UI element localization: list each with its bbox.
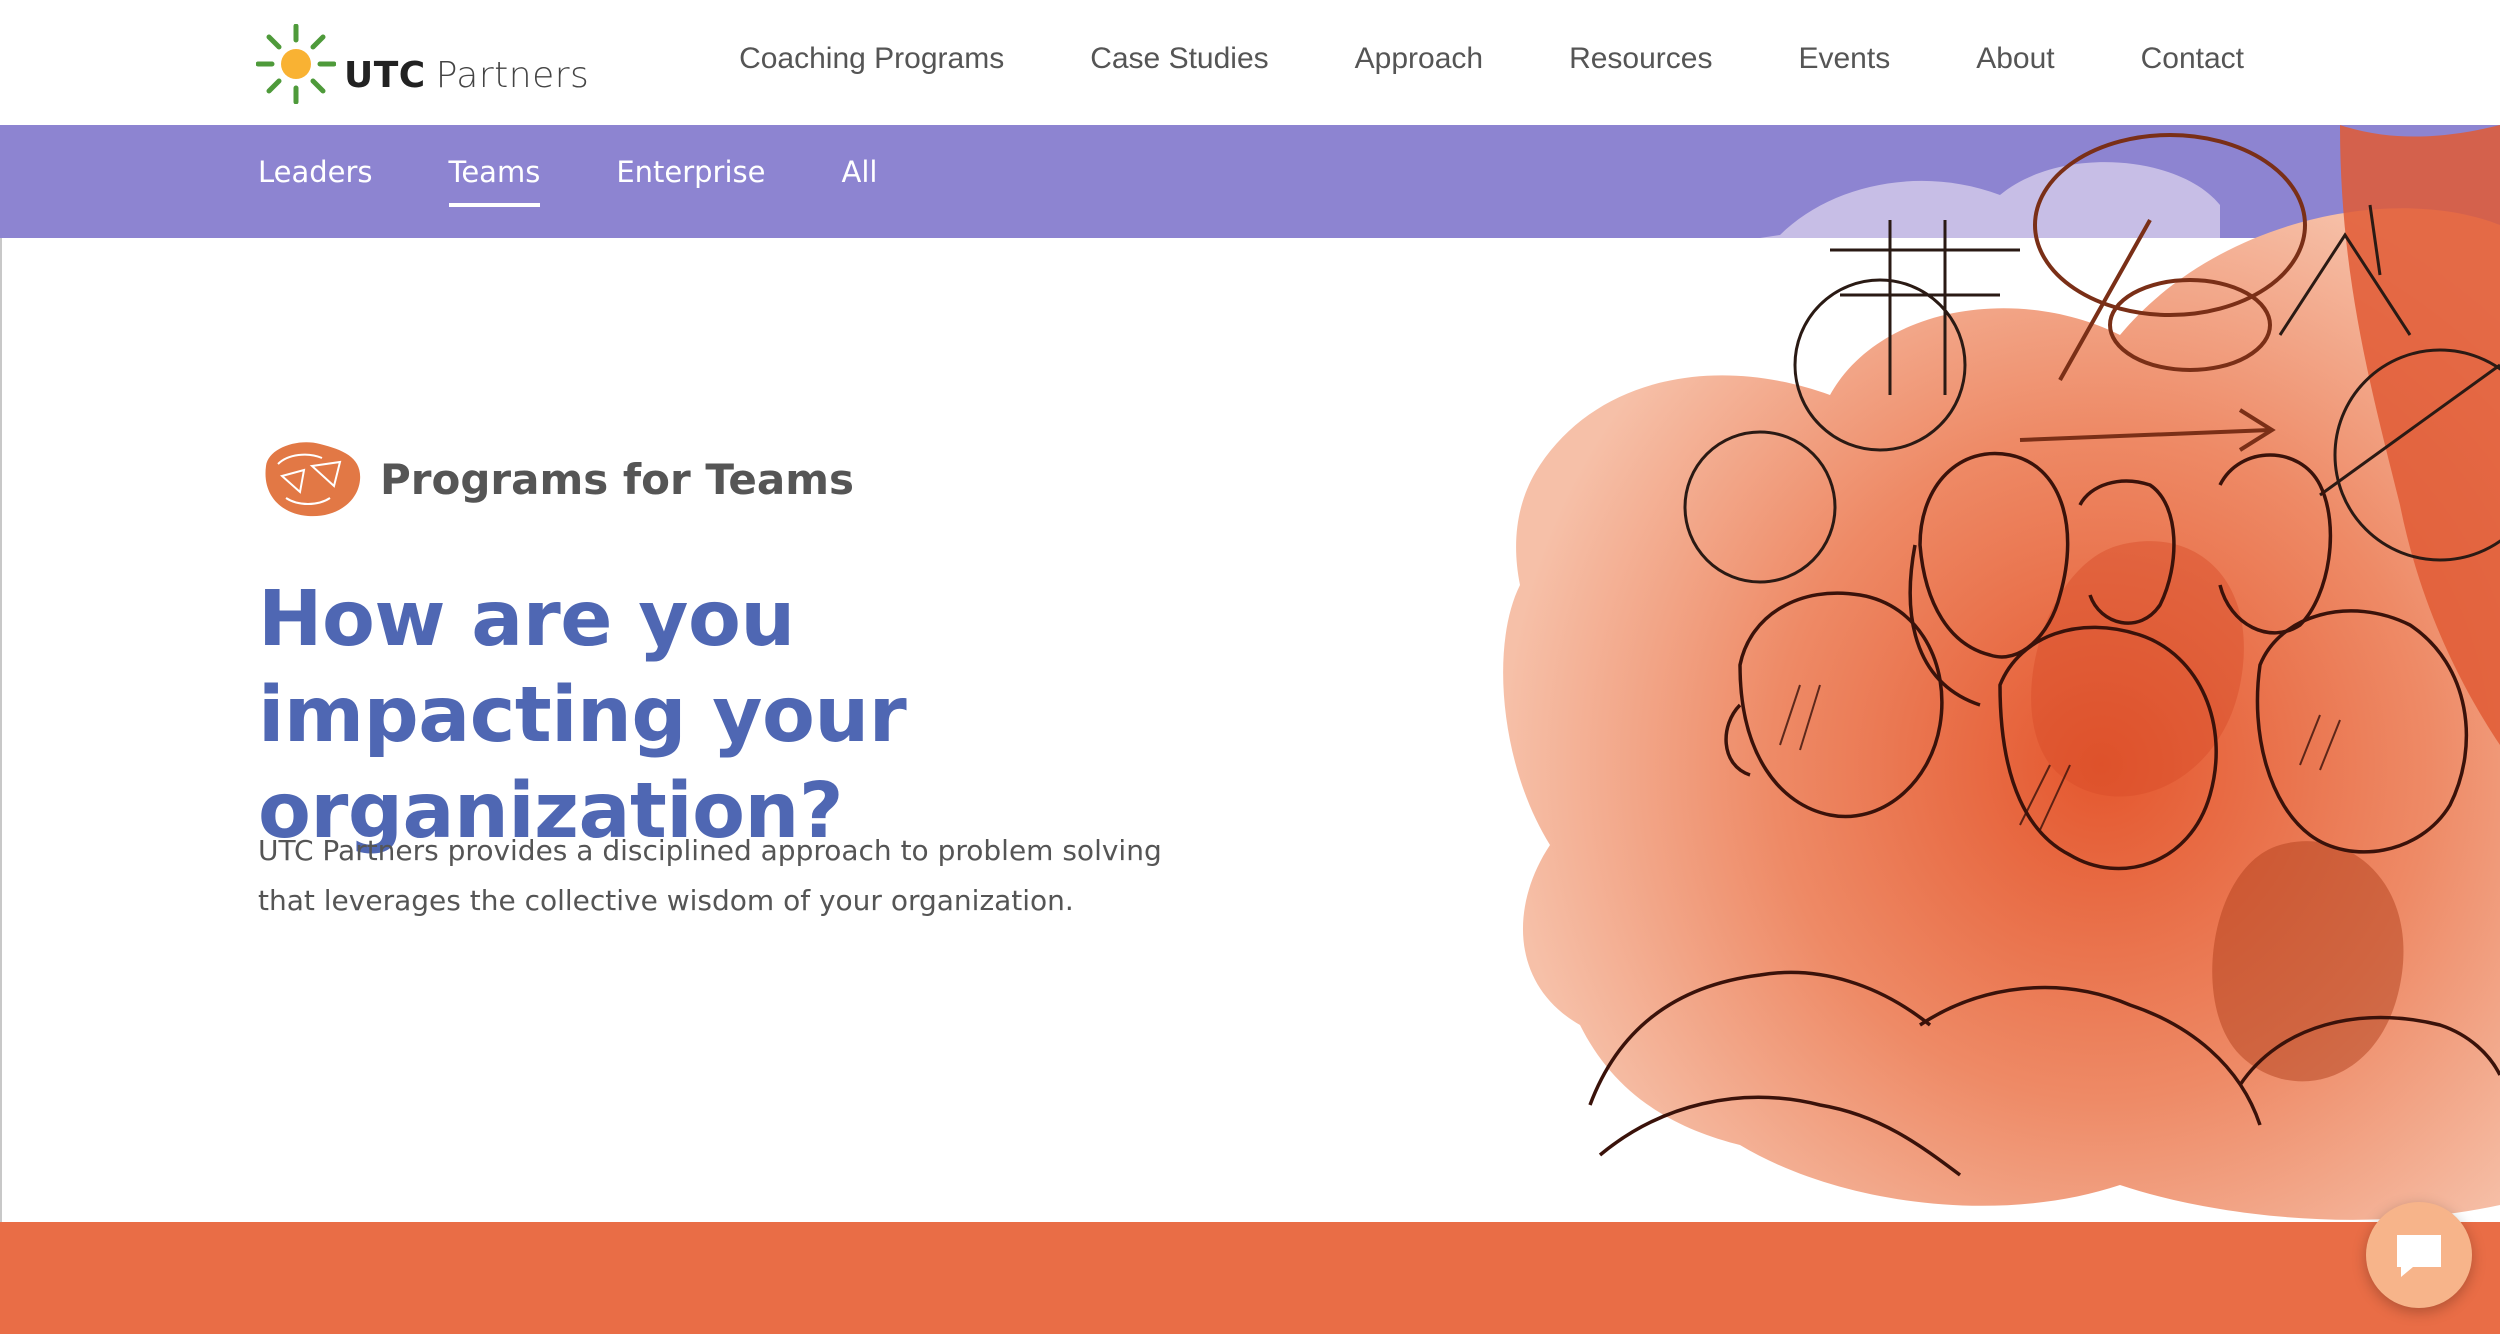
logo-wordmark: UTC Partners	[344, 55, 589, 96]
program-category-tabs: Leaders Teams Enterprise All	[258, 155, 953, 207]
nav-resources[interactable]: Resources	[1569, 42, 1712, 76]
main-nav: Coaching Programs Case Studies Approach …	[653, 42, 2244, 76]
section-heading: Programs for Teams	[258, 436, 854, 522]
nav-contact[interactable]: Contact	[2141, 42, 2244, 76]
nav-about[interactable]: About	[1976, 42, 2054, 76]
tab-all[interactable]: All	[842, 155, 878, 207]
section-title: Programs for Teams	[380, 454, 854, 504]
sun-logo-icon	[256, 24, 336, 104]
nav-case-studies[interactable]: Case Studies	[1090, 42, 1268, 76]
top-navigation-bar: UTC Partners Coaching Programs Case Stud…	[0, 0, 2500, 125]
chat-button[interactable]	[2366, 1202, 2472, 1308]
teams-badge-icon	[265, 442, 361, 517]
tab-teams[interactable]: Teams	[448, 155, 541, 207]
nav-approach[interactable]: Approach	[1355, 42, 1483, 76]
orange-section-band	[0, 1222, 2500, 1334]
nav-events[interactable]: Events	[1798, 42, 1890, 76]
hero-description: UTC Partners provides a disciplined appr…	[258, 834, 1162, 917]
hero-headline: How are you impacting your organization?	[258, 575, 907, 856]
nav-coaching-programs[interactable]: Coaching Programs	[739, 42, 1004, 76]
tab-enterprise[interactable]: Enterprise	[616, 155, 765, 207]
logo-partners-text: Partners	[435, 54, 590, 96]
utc-partners-logo[interactable]: UTC Partners	[256, 24, 589, 104]
tab-leaders[interactable]: Leaders	[258, 155, 373, 207]
chat-bubble-icon	[2397, 1235, 2441, 1277]
team-sketch-illustration	[1503, 125, 2500, 1220]
logo-utc-text: UTC	[344, 54, 426, 96]
